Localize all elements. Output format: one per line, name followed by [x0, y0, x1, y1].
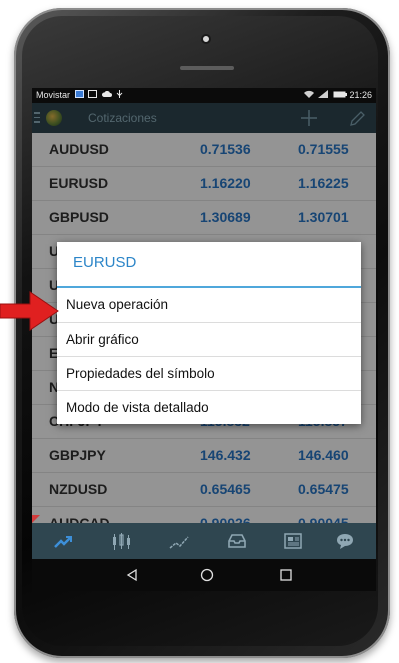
- usb-icon: [116, 88, 123, 103]
- chart-candles-icon[interactable]: [110, 530, 132, 552]
- bottom-toolbar: [32, 523, 376, 559]
- back-icon[interactable]: [124, 567, 140, 583]
- android-nav-bar: [32, 559, 376, 591]
- symbol-context-dialog: EURUSD Nueva operación Abrir gráfico Pro…: [57, 242, 361, 424]
- status-left: Movistar: [36, 88, 123, 103]
- corner-marker: [32, 515, 40, 523]
- menu-item-new-order[interactable]: Nueva operación: [57, 288, 361, 322]
- cloud-icon: [101, 88, 112, 103]
- clock: 21:26: [349, 90, 372, 100]
- speaker-grille: [180, 66, 234, 70]
- trend-icon[interactable]: [168, 530, 190, 552]
- dialog-title: EURUSD: [73, 254, 137, 271]
- quotes-icon[interactable]: [52, 530, 74, 552]
- menu-item-open-chart[interactable]: Abrir gráfico: [57, 322, 361, 356]
- battery-icon: [333, 88, 347, 103]
- camera-icon: [201, 34, 211, 44]
- status-bar: Movistar 21:26: [32, 88, 376, 103]
- carrier-label: Movistar: [36, 90, 71, 100]
- chat-icon[interactable]: [334, 530, 356, 552]
- home-icon[interactable]: [199, 567, 215, 583]
- wifi-icon: [303, 88, 314, 103]
- phone-screen: Movistar 21:26 Cotizaciones AUDUSD 0.715…: [32, 88, 376, 566]
- signal-icon: [318, 88, 329, 103]
- message-icon: [88, 88, 98, 103]
- menu-item-detailed-view[interactable]: Modo de vista detallado: [57, 390, 361, 424]
- recents-icon[interactable]: [278, 567, 294, 583]
- notification-icon: [74, 88, 84, 103]
- inbox-icon[interactable]: [226, 530, 248, 552]
- menu-item-symbol-properties[interactable]: Propiedades del símbolo: [57, 356, 361, 390]
- news-icon[interactable]: [282, 530, 304, 552]
- status-right: 21:26: [302, 88, 372, 103]
- red-arrow-pointer: [0, 290, 60, 332]
